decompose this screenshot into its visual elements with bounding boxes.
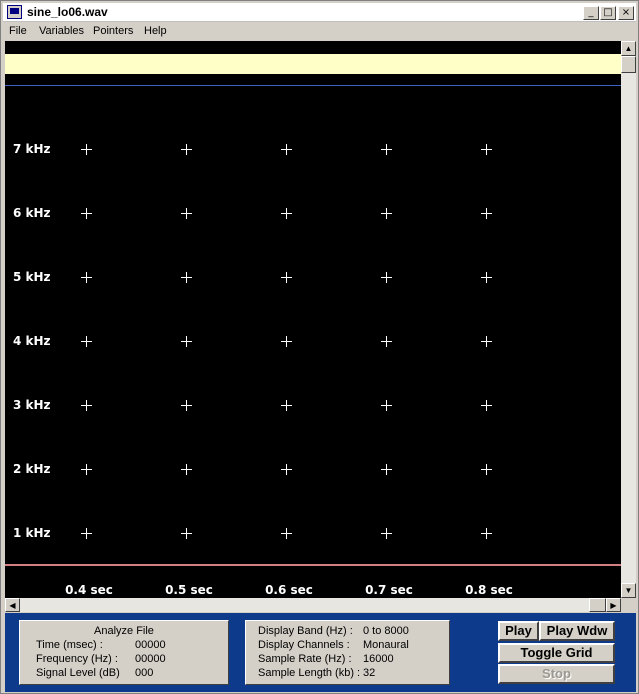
grid-crosshair <box>281 208 292 219</box>
grid-crosshair <box>181 464 192 475</box>
vertical-scroll-thumb[interactable] <box>621 56 636 73</box>
freq-label-4khz: 4 kHz <box>13 334 51 348</box>
time-label-0-7: 0.7 sec <box>365 583 413 597</box>
cursor-band <box>5 54 621 74</box>
vertical-scrollbar[interactable]: ▲ ▼ <box>621 41 636 598</box>
close-button[interactable]: × <box>618 6 634 20</box>
grid-crosshair <box>281 272 292 283</box>
grid-crosshair <box>381 144 392 155</box>
horizontal-scrollbar[interactable]: ◀ ▶ <box>5 598 621 612</box>
grid-crosshair <box>81 400 92 411</box>
grid-crosshair <box>281 144 292 155</box>
title-bar[interactable]: sine_lo06.wav _ □ × <box>3 3 636 22</box>
grid-crosshair <box>81 336 92 347</box>
grid-crosshair <box>281 528 292 539</box>
grid-crosshair <box>281 336 292 347</box>
display-channels-value: Monaural <box>363 639 409 651</box>
grid-crosshair <box>481 144 492 155</box>
time-label-0-6: 0.6 sec <box>265 583 313 597</box>
time-label-0-8: 0.8 sec <box>465 583 513 597</box>
menu-bar: File Variables Pointers Help <box>3 22 636 41</box>
grid-crosshair <box>181 528 192 539</box>
grid-crosshair <box>81 528 92 539</box>
menu-pointers[interactable]: Pointers <box>93 25 133 37</box>
horizontal-scroll-thumb[interactable] <box>589 598 606 612</box>
time-value: 00000 <box>135 639 166 651</box>
sample-rate-label: Sample Rate (Hz) : <box>258 653 352 665</box>
grid-crosshair <box>81 208 92 219</box>
grid-crosshair <box>381 464 392 475</box>
grid-crosshair <box>381 400 392 411</box>
time-label-0-4: 0.4 sec <box>65 583 113 597</box>
grid-crosshair <box>481 336 492 347</box>
menu-help[interactable]: Help <box>144 25 167 37</box>
grid-crosshair <box>181 400 192 411</box>
menu-variables[interactable]: Variables <box>39 25 84 37</box>
app-icon[interactable] <box>7 5 22 19</box>
grid-crosshair <box>281 400 292 411</box>
grid-crosshair <box>481 464 492 475</box>
grid-crosshair <box>481 272 492 283</box>
display-band-value: 0 to 8000 <box>363 625 409 637</box>
frequency-label: Frequency (Hz) : <box>36 653 118 665</box>
scroll-up-button[interactable]: ▲ <box>621 41 636 56</box>
spectrogram-display[interactable]: 7 kHz 6 kHz 5 kHz 4 kHz 3 kHz 2 kHz 1 kH… <box>5 41 621 598</box>
play-button[interactable]: Play <box>498 621 539 641</box>
display-info-box: Display Band (Hz) : 0 to 8000 Display Ch… <box>245 620 450 685</box>
grid-crosshair <box>281 464 292 475</box>
grid-crosshair <box>381 336 392 347</box>
grid-crosshair <box>181 272 192 283</box>
lower-boundary-line <box>5 564 621 566</box>
grid-crosshair <box>381 272 392 283</box>
minimize-button[interactable]: _ <box>583 6 599 20</box>
window-title: sine_lo06.wav <box>27 5 108 19</box>
app-window: sine_lo06.wav _ □ × File Variables Point… <box>0 0 639 694</box>
control-panel: Analyze File Time (msec) : 00000 Frequen… <box>5 613 636 692</box>
toggle-grid-button[interactable]: Toggle Grid <box>498 643 615 663</box>
stop-button: Stop <box>498 664 615 684</box>
freq-label-6khz: 6 kHz <box>13 206 51 220</box>
grid-crosshair <box>81 272 92 283</box>
grid-crosshair <box>181 336 192 347</box>
sample-rate-value: 16000 <box>363 653 394 665</box>
sample-length-label: Sample Length (kb) : <box>258 667 361 679</box>
scroll-down-button[interactable]: ▼ <box>621 583 636 598</box>
analyze-title: Analyze File <box>94 625 154 637</box>
signal-level-value: 000 <box>135 667 154 679</box>
grid-crosshair <box>481 528 492 539</box>
grid-crosshair <box>481 400 492 411</box>
analyze-file-box: Analyze File Time (msec) : 00000 Frequen… <box>19 620 229 685</box>
grid-crosshair <box>381 528 392 539</box>
time-label-0-5: 0.5 sec <box>165 583 213 597</box>
time-label: Time (msec) : <box>36 639 103 651</box>
scroll-right-button[interactable]: ▶ <box>606 598 621 612</box>
freq-label-1khz: 1 kHz <box>13 526 51 540</box>
upper-boundary-line <box>5 85 621 86</box>
grid-crosshair <box>181 208 192 219</box>
grid-crosshair <box>181 144 192 155</box>
menu-file[interactable]: File <box>9 25 27 37</box>
grid-crosshair <box>81 464 92 475</box>
maximize-button[interactable]: □ <box>600 6 616 20</box>
sample-length-value: 32 <box>363 667 376 679</box>
scroll-left-button[interactable]: ◀ <box>5 598 20 612</box>
freq-label-3khz: 3 kHz <box>13 398 51 412</box>
freq-label-7khz: 7 kHz <box>13 142 51 156</box>
play-window-button[interactable]: Play Wdw <box>539 621 615 641</box>
signal-level-label: Signal Level (dB) <box>36 667 120 679</box>
grid-crosshair <box>381 208 392 219</box>
display-channels-label: Display Channels : <box>258 639 350 651</box>
grid-crosshair <box>481 208 492 219</box>
display-band-label: Display Band (Hz) : <box>258 625 353 637</box>
freq-label-5khz: 5 kHz <box>13 270 51 284</box>
grid-crosshair <box>81 144 92 155</box>
freq-label-2khz: 2 kHz <box>13 462 51 476</box>
frequency-value: 00000 <box>135 653 166 665</box>
